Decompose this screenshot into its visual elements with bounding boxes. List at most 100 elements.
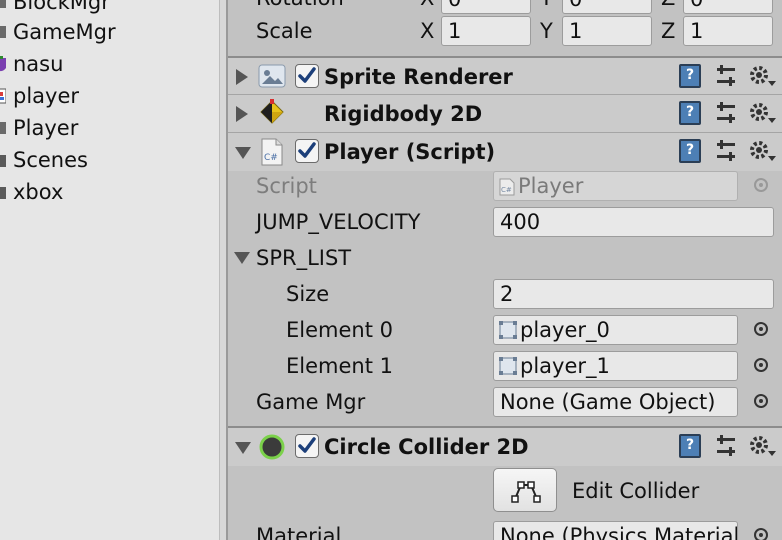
help-book-icon[interactable]: ? bbox=[679, 101, 701, 125]
rotation-z-field[interactable]: 0 bbox=[683, 0, 773, 14]
project-item-gamemgr[interactable]: GameMgr bbox=[0, 16, 219, 48]
gameobject-icon bbox=[0, 26, 6, 38]
object-picker-icon[interactable] bbox=[754, 394, 768, 408]
scale-z-field[interactable]: 1 bbox=[683, 16, 773, 46]
project-item-label: Scenes bbox=[13, 148, 88, 172]
foldout-closed-icon[interactable] bbox=[236, 106, 248, 122]
material-field[interactable]: None (Physics Material bbox=[493, 521, 738, 540]
svg-text:C#: C# bbox=[264, 153, 278, 163]
project-item-label: nasu bbox=[13, 52, 64, 76]
spr-list-label[interactable]: SPR_LIST bbox=[256, 246, 351, 270]
rotation-x-field[interactable]: 0 bbox=[441, 0, 531, 14]
size-field[interactable]: 2 bbox=[493, 279, 774, 309]
gear-icon[interactable] bbox=[748, 138, 778, 164]
player-script-enabled-checkbox[interactable] bbox=[295, 139, 319, 163]
scale-y-field[interactable]: 1 bbox=[562, 16, 652, 46]
presets-icon[interactable] bbox=[715, 64, 737, 88]
help-book-icon[interactable]: ? bbox=[679, 64, 701, 88]
rigidbody-icon bbox=[260, 99, 284, 124]
help-book-icon[interactable]: ? bbox=[679, 434, 701, 458]
sprite-renderer-header[interactable]: Sprite Renderer ? bbox=[228, 56, 782, 96]
scale-x-field[interactable]: 1 bbox=[441, 16, 531, 46]
sprite-icon bbox=[0, 88, 6, 104]
scale-label: Scale bbox=[256, 19, 313, 43]
sprite-asset-icon bbox=[499, 321, 517, 339]
csharp-script-icon: C# bbox=[499, 178, 515, 196]
scale-y-axis: Y bbox=[540, 19, 553, 43]
project-item-label: player bbox=[13, 84, 80, 108]
edit-collider-icon bbox=[511, 481, 541, 503]
game-mgr-field[interactable]: None (Game Object) bbox=[493, 387, 738, 417]
jump-velocity-field[interactable]: 400 bbox=[493, 207, 774, 237]
circle-collider-header[interactable]: Circle Collider 2D ? bbox=[228, 426, 782, 466]
element1-value: player_1 bbox=[520, 354, 610, 378]
scale-z-axis: Z bbox=[661, 19, 676, 43]
checkmark-icon bbox=[298, 67, 316, 83]
game-mgr-label: Game Mgr bbox=[256, 390, 366, 414]
project-item-xbox[interactable]: xbox bbox=[0, 176, 219, 208]
spr-list-foldout-icon[interactable] bbox=[234, 252, 250, 264]
presets-icon[interactable] bbox=[715, 101, 737, 125]
project-item-label: BlockMgr bbox=[13, 0, 110, 14]
element0-value: player_0 bbox=[520, 318, 610, 342]
rigidbody2d-title: Rigidbody 2D bbox=[324, 102, 483, 126]
sprite-renderer-icon bbox=[258, 64, 286, 88]
help-book-icon[interactable]: ? bbox=[679, 139, 701, 163]
player-script-title: Player (Script) bbox=[324, 140, 496, 164]
script-label: Script bbox=[256, 174, 317, 198]
object-picker-icon[interactable] bbox=[754, 358, 768, 372]
project-item-label: Player bbox=[13, 116, 79, 140]
checkmark-icon bbox=[298, 142, 316, 158]
rotation-label: Rotation bbox=[256, 0, 344, 10]
gear-icon[interactable] bbox=[748, 433, 778, 459]
checkmark-icon bbox=[298, 437, 316, 453]
size-label: Size bbox=[286, 282, 330, 306]
sprite-asset-icon bbox=[499, 357, 517, 375]
panel-splitter[interactable] bbox=[219, 0, 228, 540]
folder-icon bbox=[0, 187, 6, 199]
project-item-label: GameMgr bbox=[13, 20, 116, 44]
presets-icon[interactable] bbox=[715, 434, 737, 458]
edit-collider-button[interactable] bbox=[493, 468, 557, 512]
element0-field[interactable]: player_0 bbox=[493, 315, 738, 345]
script-value: Player bbox=[518, 174, 584, 198]
svg-text:C#: C# bbox=[501, 186, 512, 194]
rotation-y-field[interactable]: 0 bbox=[562, 0, 652, 14]
element1-field[interactable]: player_1 bbox=[493, 351, 738, 381]
gear-icon[interactable] bbox=[748, 100, 778, 126]
gameobject-icon bbox=[0, 0, 6, 8]
inspector-panel: Rotation X 0 Y 0 Z 0 Scale X 1 Y 1 Z 1 S… bbox=[228, 0, 782, 540]
project-item-label: xbox bbox=[13, 180, 64, 204]
object-picker-icon[interactable] bbox=[754, 322, 768, 336]
circle-collider-title: Circle Collider 2D bbox=[324, 435, 529, 459]
rotation-z-axis: Z bbox=[661, 0, 675, 10]
rigidbody2d-header[interactable]: Rigidbody 2D ? bbox=[228, 94, 782, 133]
object-picker-icon[interactable] bbox=[754, 528, 768, 540]
edit-collider-label: Edit Collider bbox=[572, 479, 700, 503]
material-label: Material bbox=[256, 524, 342, 540]
gameobject-icon bbox=[0, 122, 6, 134]
foldout-open-icon[interactable] bbox=[235, 442, 251, 454]
jump-velocity-label: JUMP_VELOCITY bbox=[256, 210, 421, 234]
scale-x-axis: X bbox=[420, 19, 435, 43]
foldout-open-icon[interactable] bbox=[235, 147, 251, 159]
sprite-renderer-title: Sprite Renderer bbox=[324, 65, 513, 89]
project-panel: BlockMgr GameMgr nasu player Player Scen… bbox=[0, 0, 219, 540]
rotation-y-axis: Y bbox=[540, 0, 553, 10]
sprite-renderer-enabled-checkbox[interactable] bbox=[295, 64, 319, 88]
player-script-header[interactable]: C# Player (Script) ? bbox=[228, 132, 782, 171]
element0-label: Element 0 bbox=[286, 318, 393, 342]
project-item-nasu[interactable]: nasu bbox=[0, 48, 219, 80]
foldout-closed-icon[interactable] bbox=[236, 69, 248, 85]
project-item-player-prefab[interactable]: Player bbox=[0, 112, 219, 144]
project-item-player[interactable]: player bbox=[0, 80, 219, 112]
presets-icon[interactable] bbox=[715, 139, 737, 163]
element1-label: Element 1 bbox=[286, 354, 393, 378]
gear-icon[interactable] bbox=[748, 63, 778, 89]
sprite-icon bbox=[0, 56, 6, 72]
script-field: C# Player bbox=[493, 171, 738, 201]
project-item-scenes[interactable]: Scenes bbox=[0, 144, 219, 176]
csharp-script-icon: C# bbox=[261, 138, 283, 166]
circle-collider-enabled-checkbox[interactable] bbox=[295, 434, 319, 458]
folder-icon bbox=[0, 155, 6, 167]
